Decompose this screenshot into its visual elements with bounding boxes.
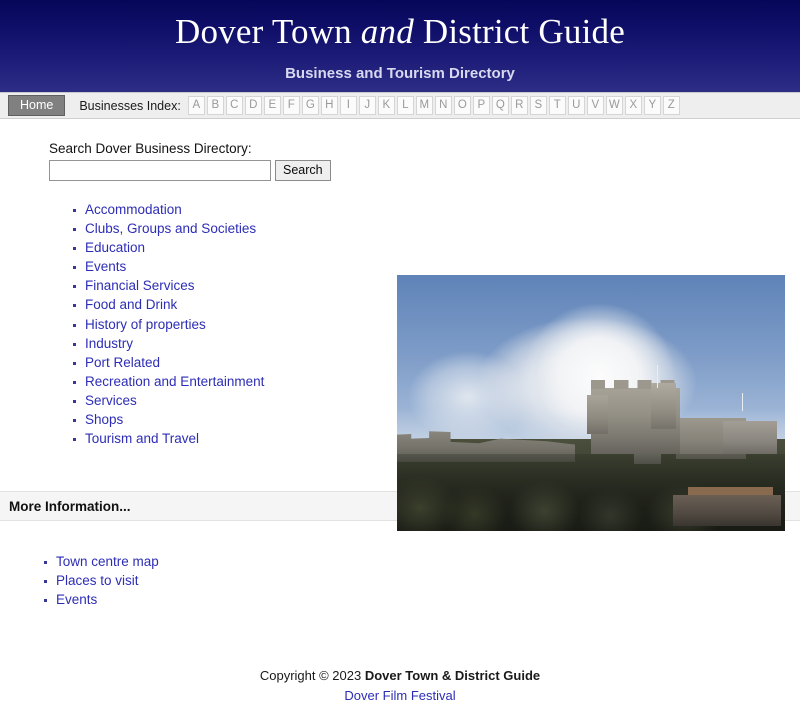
index-letter-p[interactable]: P bbox=[472, 96, 490, 115]
category-link-financial-services[interactable]: Financial Services bbox=[85, 278, 195, 293]
castle-tower-right bbox=[651, 382, 677, 429]
list-item: Industry bbox=[73, 336, 379, 351]
list-item: Events bbox=[73, 259, 379, 274]
category-link-events[interactable]: Events bbox=[85, 259, 126, 274]
index-letter-a[interactable]: A bbox=[187, 96, 205, 115]
copyright-owner: Dover Town & District Guide bbox=[364, 668, 541, 683]
list-item: Shops bbox=[73, 412, 379, 427]
index-letter-x[interactable]: X bbox=[624, 96, 642, 115]
category-link-education[interactable]: Education bbox=[85, 240, 145, 255]
category-link-tourism-and-travel[interactable]: Tourism and Travel bbox=[85, 431, 199, 446]
castle-block bbox=[722, 420, 778, 455]
index-letter-j[interactable]: J bbox=[358, 96, 376, 115]
index-letter-g[interactable]: G bbox=[301, 96, 319, 115]
page-subtitle: Business and Tourism Directory bbox=[285, 65, 515, 82]
category-link-shops[interactable]: Shops bbox=[85, 412, 123, 427]
index-letter-w[interactable]: W bbox=[605, 96, 623, 115]
more-link-events[interactable]: Events bbox=[56, 592, 97, 607]
flagpole bbox=[656, 364, 658, 388]
index-letter-k[interactable]: K bbox=[377, 96, 395, 115]
category-link-food-and-drink[interactable]: Food and Drink bbox=[85, 297, 177, 312]
dover-film-festival-link[interactable]: Dover Film Festival bbox=[0, 688, 800, 703]
copyright-prefix: Copyright © 2023 bbox=[259, 668, 365, 683]
list-item: Services bbox=[73, 393, 379, 408]
more-information-list: Town centre map Places to visit Events bbox=[0, 555, 800, 607]
index-letter-c[interactable]: C bbox=[225, 96, 243, 115]
flagpole bbox=[742, 392, 744, 411]
index-letter-z[interactable]: Z bbox=[662, 96, 680, 115]
index-letter-e[interactable]: E bbox=[263, 96, 281, 115]
search-input[interactable] bbox=[49, 160, 271, 181]
index-letter-h[interactable]: H bbox=[320, 96, 338, 115]
page-title-part2: District Guide bbox=[413, 12, 625, 51]
category-link-services[interactable]: Services bbox=[85, 393, 137, 408]
alphabet-index: A B C D E F G H I J K L M N O P Q R S T … bbox=[187, 96, 682, 115]
page-footer: Copyright © 2023 Dover Town & District G… bbox=[0, 668, 800, 703]
index-letter-b[interactable]: B bbox=[206, 96, 224, 115]
index-letter-s[interactable]: S bbox=[529, 96, 547, 115]
category-link-recreation-and-entertainment[interactable]: Recreation and Entertainment bbox=[85, 374, 264, 389]
home-button[interactable]: Home bbox=[8, 94, 66, 117]
directory-column: Search Dover Business Directory: Search … bbox=[49, 141, 379, 451]
castle-tower-left bbox=[587, 395, 609, 434]
index-letter-n[interactable]: N bbox=[434, 96, 452, 115]
index-letter-r[interactable]: R bbox=[510, 96, 528, 115]
list-item: Tourism and Travel bbox=[73, 431, 379, 446]
index-letter-d[interactable]: D bbox=[244, 96, 262, 115]
search-label: Search Dover Business Directory: bbox=[49, 141, 252, 156]
list-item: History of properties bbox=[73, 317, 379, 332]
businesses-index-label: Businesses Index: bbox=[79, 98, 181, 113]
page-title: Dover Town and District Guide bbox=[0, 0, 800, 49]
site-banner: Dover Town and District Guide Business a… bbox=[0, 0, 800, 92]
houses bbox=[672, 495, 782, 526]
index-letter-f[interactable]: F bbox=[282, 96, 300, 115]
main-content: Search Dover Business Directory: Search … bbox=[0, 119, 800, 531]
list-item: Education bbox=[73, 240, 379, 255]
list-item: Events bbox=[44, 592, 800, 607]
index-letter-y[interactable]: Y bbox=[643, 96, 661, 115]
search-form: Search bbox=[49, 160, 379, 181]
more-link-town-centre-map[interactable]: Town centre map bbox=[56, 554, 159, 569]
list-item: Places to visit bbox=[44, 573, 800, 588]
index-letter-q[interactable]: Q bbox=[491, 96, 509, 115]
dover-castle-photo bbox=[397, 275, 785, 531]
more-information-heading: More Information... bbox=[9, 498, 131, 514]
businesses-index-bar: Home Businesses Index: A B C D E F G H I… bbox=[0, 92, 800, 119]
photo-inner bbox=[397, 275, 785, 531]
index-letter-m[interactable]: M bbox=[415, 96, 433, 115]
index-letter-o[interactable]: O bbox=[453, 96, 471, 115]
page-title-part1: Dover Town bbox=[175, 12, 361, 51]
list-item: Financial Services bbox=[73, 278, 379, 293]
list-item: Recreation and Entertainment bbox=[73, 374, 379, 389]
category-link-industry[interactable]: Industry bbox=[85, 336, 133, 351]
list-item: Accommodation bbox=[73, 202, 379, 217]
search-button[interactable]: Search bbox=[275, 160, 331, 181]
index-letter-v[interactable]: V bbox=[586, 96, 604, 115]
category-link-history-of-properties[interactable]: History of properties bbox=[85, 317, 206, 332]
page-title-italic: and bbox=[360, 12, 414, 51]
list-item: Port Related bbox=[73, 355, 379, 370]
copyright-line: Copyright © 2023 Dover Town & District G… bbox=[0, 668, 800, 683]
category-link-port-related[interactable]: Port Related bbox=[85, 355, 160, 370]
category-link-clubs-groups-and-societies[interactable]: Clubs, Groups and Societies bbox=[85, 221, 256, 236]
list-item: Town centre map bbox=[44, 554, 800, 569]
index-letter-l[interactable]: L bbox=[396, 96, 414, 115]
category-link-accommodation[interactable]: Accommodation bbox=[85, 202, 182, 217]
list-item: Food and Drink bbox=[73, 297, 379, 312]
index-letter-i[interactable]: I bbox=[339, 96, 357, 115]
list-item: Clubs, Groups and Societies bbox=[73, 221, 379, 236]
index-letter-u[interactable]: U bbox=[567, 96, 585, 115]
index-letter-t[interactable]: T bbox=[548, 96, 566, 115]
more-link-places-to-visit[interactable]: Places to visit bbox=[56, 573, 139, 588]
category-list: Accommodation Clubs, Groups and Societie… bbox=[49, 203, 379, 446]
